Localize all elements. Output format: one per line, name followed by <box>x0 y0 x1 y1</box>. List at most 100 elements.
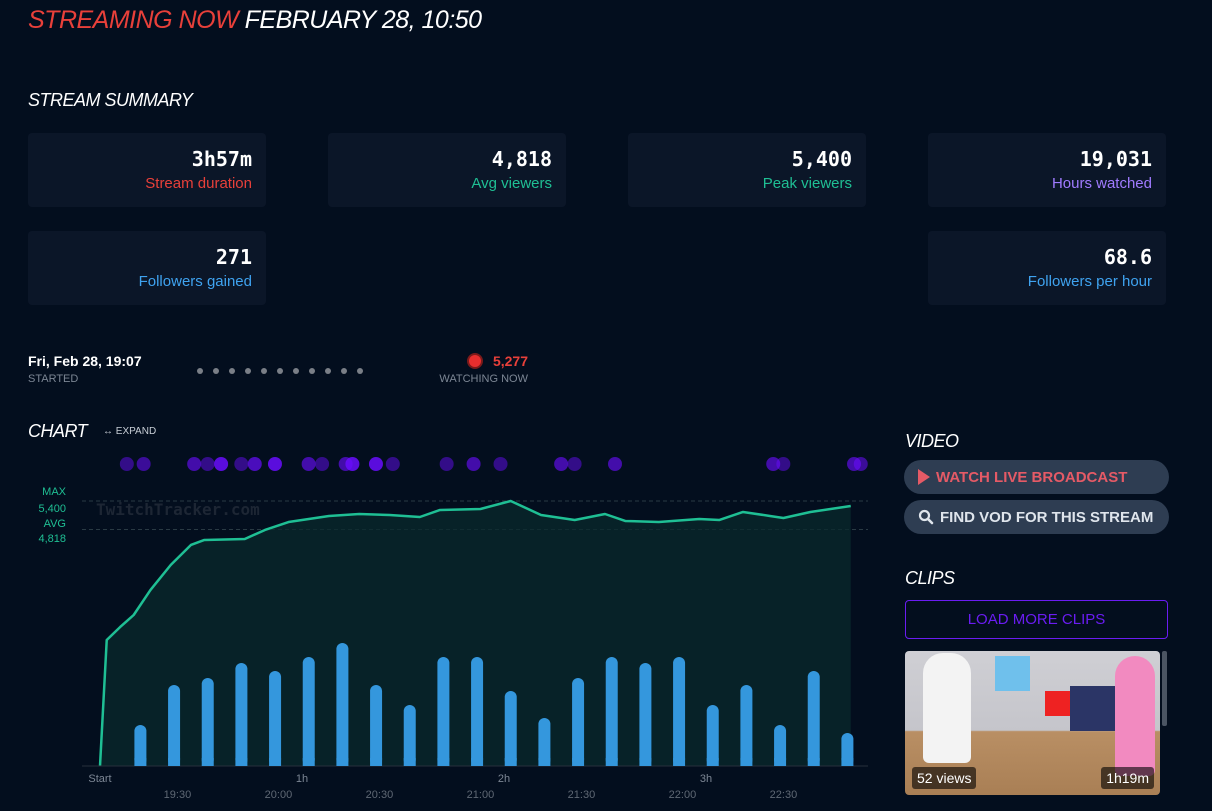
clip-duration: 1h19m <box>1101 767 1154 789</box>
clip-thumbnail[interactable]: 52 views 1h19m <box>905 651 1160 795</box>
follower-bar <box>201 678 214 766</box>
follower-bar-base <box>370 758 383 766</box>
event-dot <box>776 457 791 471</box>
follower-bar-base <box>673 758 686 766</box>
follower-bar <box>235 663 248 766</box>
follower-bar <box>437 657 450 766</box>
stat-value: 68.6 <box>1103 245 1152 269</box>
find-vod-button[interactable]: FIND VOD FOR THIS STREAM <box>904 500 1169 534</box>
progress-dot <box>357 368 363 374</box>
follower-bar-base <box>504 758 517 766</box>
follower-bar <box>302 657 315 766</box>
follower-bar <box>740 685 753 766</box>
event-dot <box>466 457 481 471</box>
event-dot <box>267 457 282 471</box>
stat-label: Hours watched <box>1051 175 1152 192</box>
progress-dot <box>325 368 331 374</box>
progress-dot <box>309 368 315 374</box>
progress-dot <box>197 368 203 374</box>
follower-bar-base <box>471 758 484 766</box>
follower-bar-base <box>774 758 787 766</box>
event-dot <box>234 457 249 471</box>
chart-heading: CHART <box>28 421 88 441</box>
stat-value: 3h57m <box>191 147 252 171</box>
follower-bar-base <box>201 758 214 766</box>
stat-label: Stream duration <box>145 175 252 192</box>
watch-live-button[interactable]: WATCH LIVE BROADCAST <box>904 460 1169 494</box>
x-tick: Start <box>88 773 111 785</box>
follower-bar-base <box>740 758 753 766</box>
play-icon <box>918 469 930 485</box>
follower-bar-base <box>841 758 854 766</box>
progress-dot <box>341 368 347 374</box>
x-tick-time: 21:00 <box>467 789 495 801</box>
follower-bar-base <box>807 758 820 766</box>
page-title: STREAMING NOW FEBRUARY 28, 10:50 <box>28 6 482 34</box>
stat-value: 5,400 <box>791 147 852 171</box>
clips-heading: CLIPS <box>905 568 955 588</box>
follower-bar-base <box>168 758 181 766</box>
follower-bar <box>504 691 517 766</box>
y-label-max_text: 5,400 <box>38 503 66 515</box>
follower-bar <box>336 643 349 766</box>
follower-bar-base <box>269 758 282 766</box>
x-tick: 3h <box>700 773 712 785</box>
x-tick-time: 22:30 <box>770 789 798 801</box>
event-dot <box>136 457 151 471</box>
stat-card-hours-watched: 19,031 Hours watched <box>928 133 1166 207</box>
follower-bar <box>605 657 618 766</box>
follower-bar-base <box>538 758 551 766</box>
event-dot <box>439 457 454 471</box>
expand-button[interactable]: ↔ EXPAND <box>103 426 156 437</box>
event-dot <box>608 457 622 471</box>
expand-icon: ↔ <box>103 426 113 437</box>
stat-card-avg-viewers: 4,818 Avg viewers <box>328 133 566 207</box>
follower-bar <box>471 657 484 766</box>
progress-dot <box>293 368 299 374</box>
x-tick-time: 19:30 <box>164 789 192 801</box>
progress-dot <box>261 368 267 374</box>
stat-label: Avg viewers <box>471 175 552 192</box>
y-label-avg_text: 4,818 <box>38 533 66 545</box>
progress-dot <box>213 368 219 374</box>
stat-label: Followers gained <box>138 273 252 290</box>
event-dot <box>368 457 383 471</box>
stat-value: 19,031 <box>1079 147 1152 171</box>
follower-bar <box>168 685 181 766</box>
clips-scrollbar[interactable] <box>1162 651 1167 726</box>
follower-bar-base <box>134 758 147 766</box>
event-dot <box>187 457 202 471</box>
follower-bar <box>370 685 383 766</box>
load-more-clips-button[interactable]: LOAD MORE CLIPS <box>905 600 1168 639</box>
follower-bar-base <box>302 758 315 766</box>
x-tick-time: 20:30 <box>366 789 394 801</box>
event-dot <box>853 457 868 471</box>
video-heading: VIDEO <box>905 431 959 451</box>
started-info: Fri, Feb 28, 19:07 STARTED <box>28 353 142 385</box>
progress-dot <box>245 368 251 374</box>
event-dot <box>385 457 400 471</box>
follower-bar <box>639 663 652 766</box>
stat-label: Peak viewers <box>762 175 852 192</box>
y-label-avg_label: AVG <box>44 518 66 530</box>
follower-bar-base <box>605 758 618 766</box>
follower-bar <box>673 657 686 766</box>
follower-bar-base <box>437 758 450 766</box>
stat-label: Followers per hour <box>1027 273 1152 290</box>
watermark: TwitchTracker.com <box>96 500 260 519</box>
follower-bar <box>403 705 416 766</box>
viewers-chart: TwitchTracker.com MAX 5,400 AVG 4,818 Start 1… <box>38 457 868 801</box>
live-dot-icon <box>468 355 481 367</box>
stream-summary-heading: STREAM SUMMARY <box>28 90 193 110</box>
progress-dots <box>197 368 363 374</box>
follower-bar <box>706 705 719 766</box>
clip-views: 52 views <box>912 767 977 789</box>
stat-value: 271 <box>215 245 252 269</box>
follower-bar-base <box>706 758 719 766</box>
search-icon <box>918 509 934 525</box>
x-tick-time: 22:00 <box>669 789 697 801</box>
stat-card-stream-duration: 3h57m Stream duration <box>28 133 266 207</box>
event-dot <box>119 457 134 471</box>
watching-now: 5,277 WATCHING NOW <box>439 353 528 385</box>
progress-dot <box>229 368 235 374</box>
